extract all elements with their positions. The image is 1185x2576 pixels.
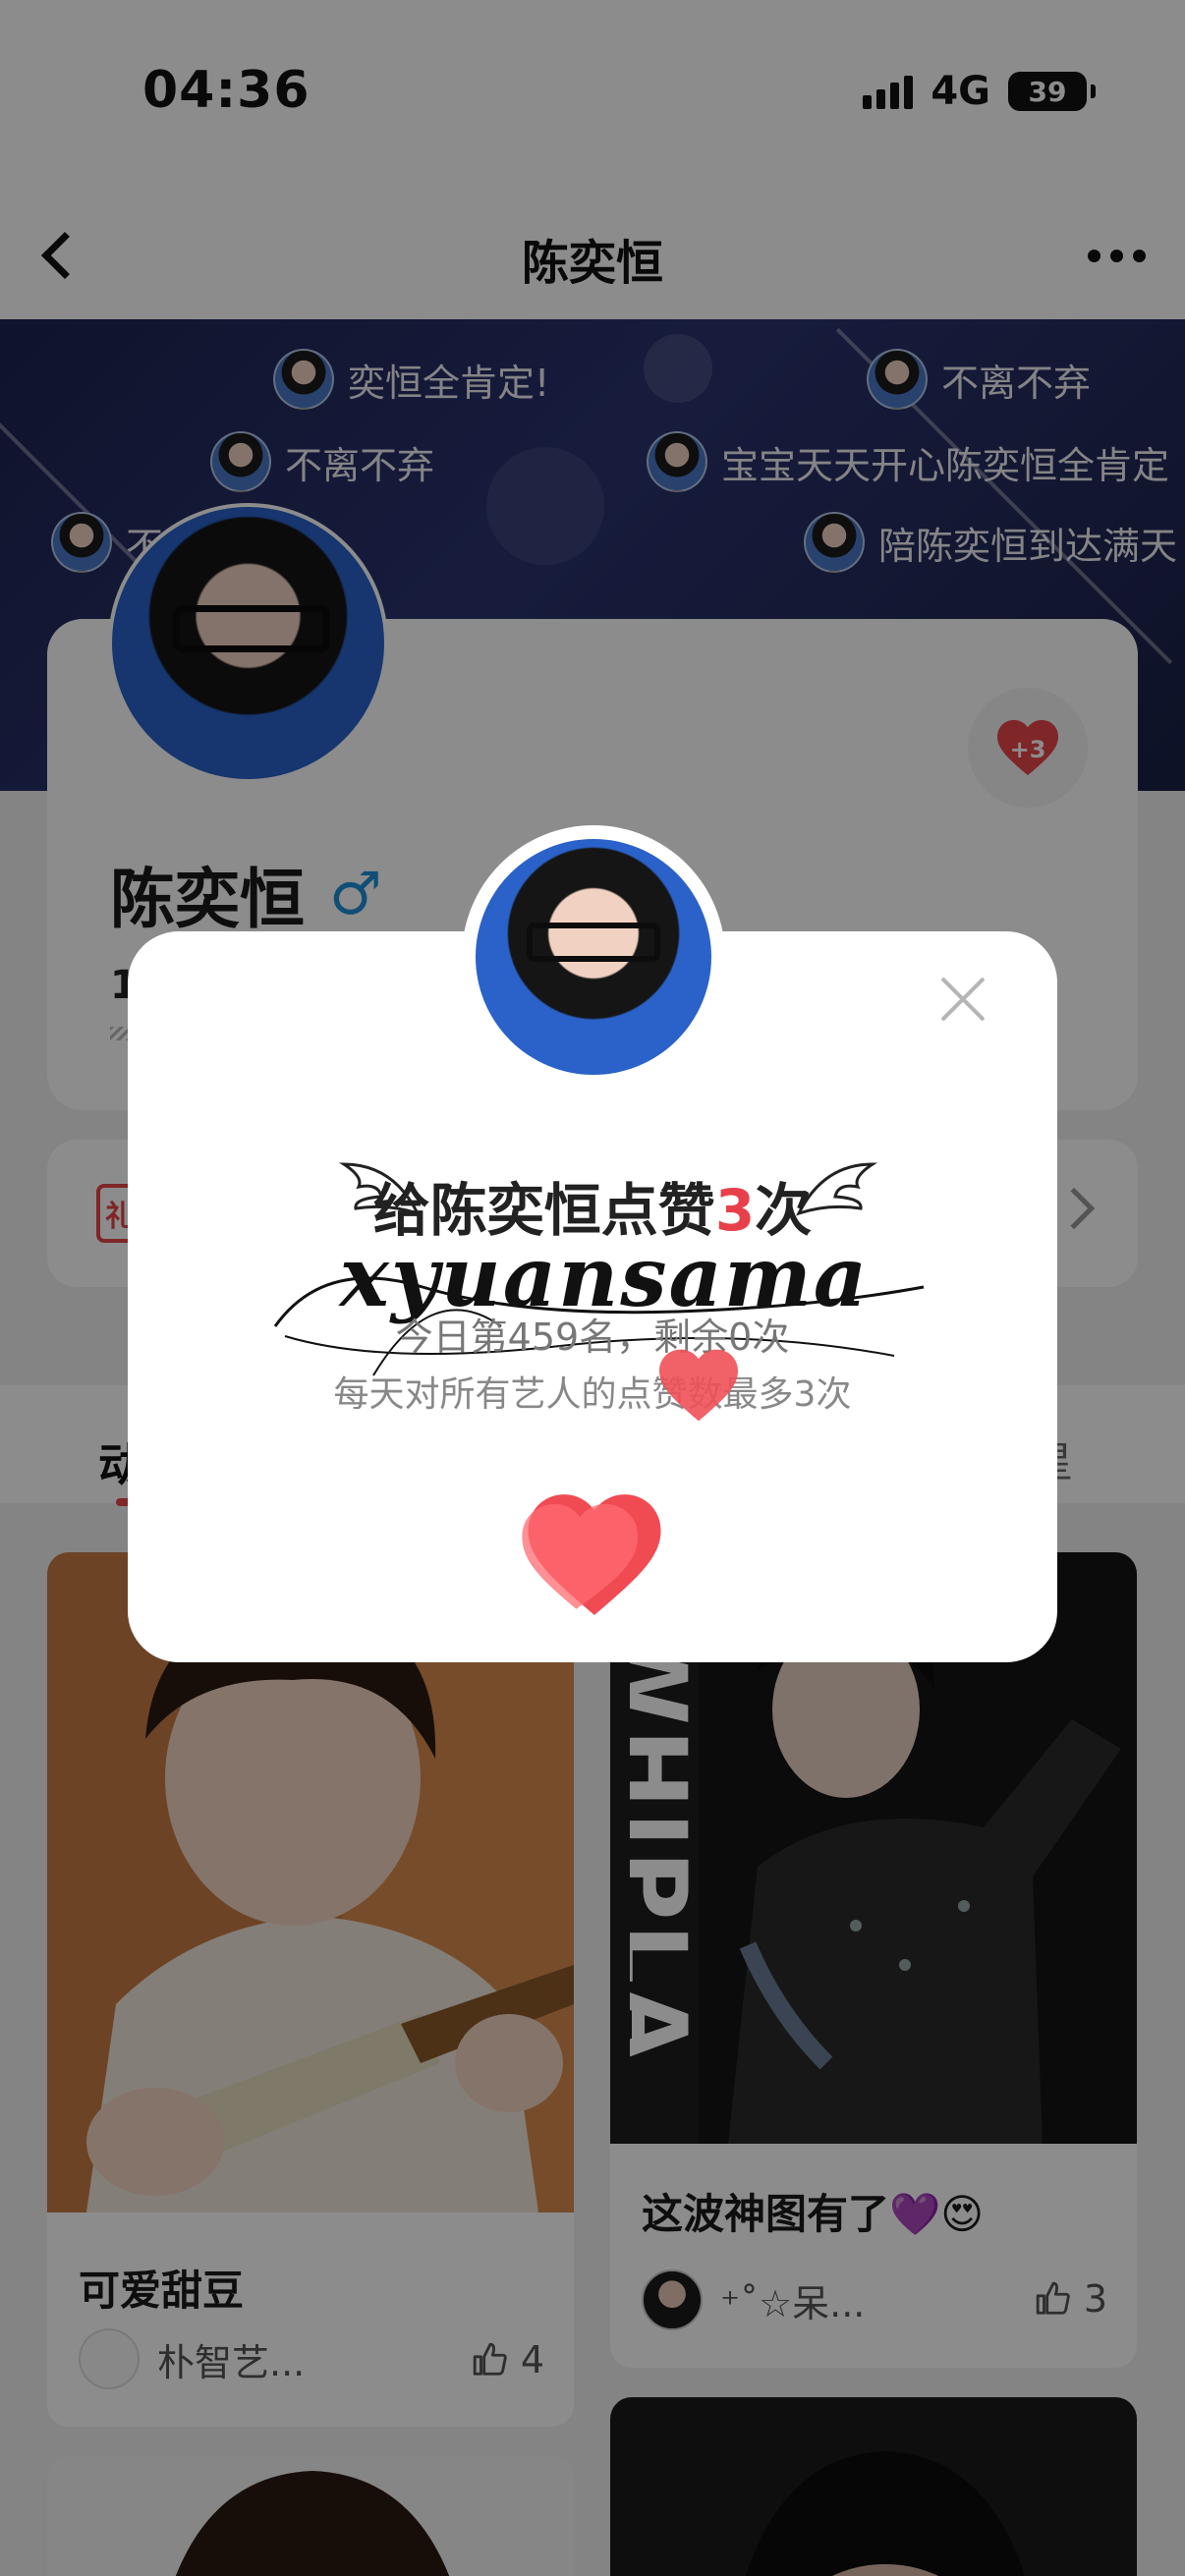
screen: 04:36 4G 39 陈奕恒 奕恒全肯定! 不离不弃 不离不弃 宝宝天天开心陈… [0, 0, 1185, 2576]
modal-rank-text: 今日第459名，剩余0次 [395, 1316, 790, 1359]
close-icon[interactable] [931, 968, 994, 1031]
modal-avatar [476, 839, 711, 1075]
heart-like-button[interactable] [521, 1488, 668, 1621]
heart-icon [659, 1349, 738, 1422]
modal-limit-text: 每天对所有艺人的点赞数最多3次 [333, 1374, 852, 1415]
